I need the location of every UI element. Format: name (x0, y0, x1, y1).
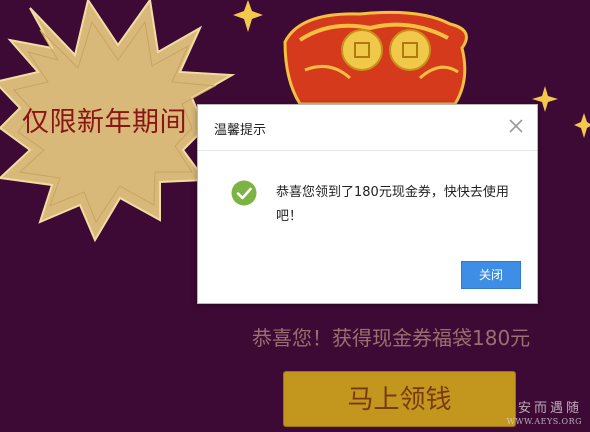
watermark-url: WWW.AEYS.ORG (506, 417, 582, 426)
dialog-body: 恭喜您领到了180元现金券，快快去使用吧！ (198, 151, 537, 259)
close-icon[interactable] (507, 117, 525, 135)
dialog-message: 恭喜您领到了180元现金券，快快去使用吧！ (276, 185, 509, 224)
claim-money-button[interactable]: 马上领钱 (283, 371, 516, 427)
dialog-header: 温馨提示 (198, 105, 537, 151)
dialog-title: 温馨提示 (214, 123, 267, 138)
check-circle-icon (231, 180, 257, 206)
close-dialog-button[interactable]: 关闭 (461, 261, 521, 289)
notice-dialog: 温馨提示 恭喜您领到了180元现金券，快快去使用吧！ 关闭 (197, 104, 538, 304)
lucky-bag-icon (283, 10, 468, 106)
coupon-caption: 恭喜您！获得现金券福袋180元 (252, 326, 531, 350)
watermark-name: 安而遇随 (517, 401, 582, 416)
watermark: 安而遇随 WWW.AEYS.ORG (507, 397, 582, 426)
promo-banner-text: 仅限新年期间 (22, 107, 187, 138)
